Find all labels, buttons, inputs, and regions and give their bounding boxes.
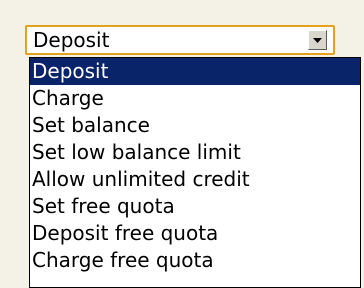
option-set-low-balance-limit[interactable]: Set low balance limit: [30, 139, 360, 166]
action-select[interactable]: Deposit: [25, 25, 335, 55]
dropdown-list[interactable]: Deposit Charge Set balance Set low balan…: [29, 57, 361, 288]
chevron-down-icon: [313, 37, 322, 43]
option-charge[interactable]: Charge: [30, 85, 360, 112]
option-allow-unlimited-credit[interactable]: Allow unlimited credit: [30, 166, 360, 193]
option-deposit[interactable]: Deposit: [30, 58, 360, 85]
option-charge-free-quota[interactable]: Charge free quota: [30, 247, 360, 274]
dropdown-button[interactable]: [308, 30, 327, 50]
select-value: Deposit: [33, 28, 110, 52]
option-deposit-free-quota[interactable]: Deposit free quota: [30, 220, 360, 247]
option-set-free-quota[interactable]: Set free quota: [30, 193, 360, 220]
option-set-balance[interactable]: Set balance: [30, 112, 360, 139]
